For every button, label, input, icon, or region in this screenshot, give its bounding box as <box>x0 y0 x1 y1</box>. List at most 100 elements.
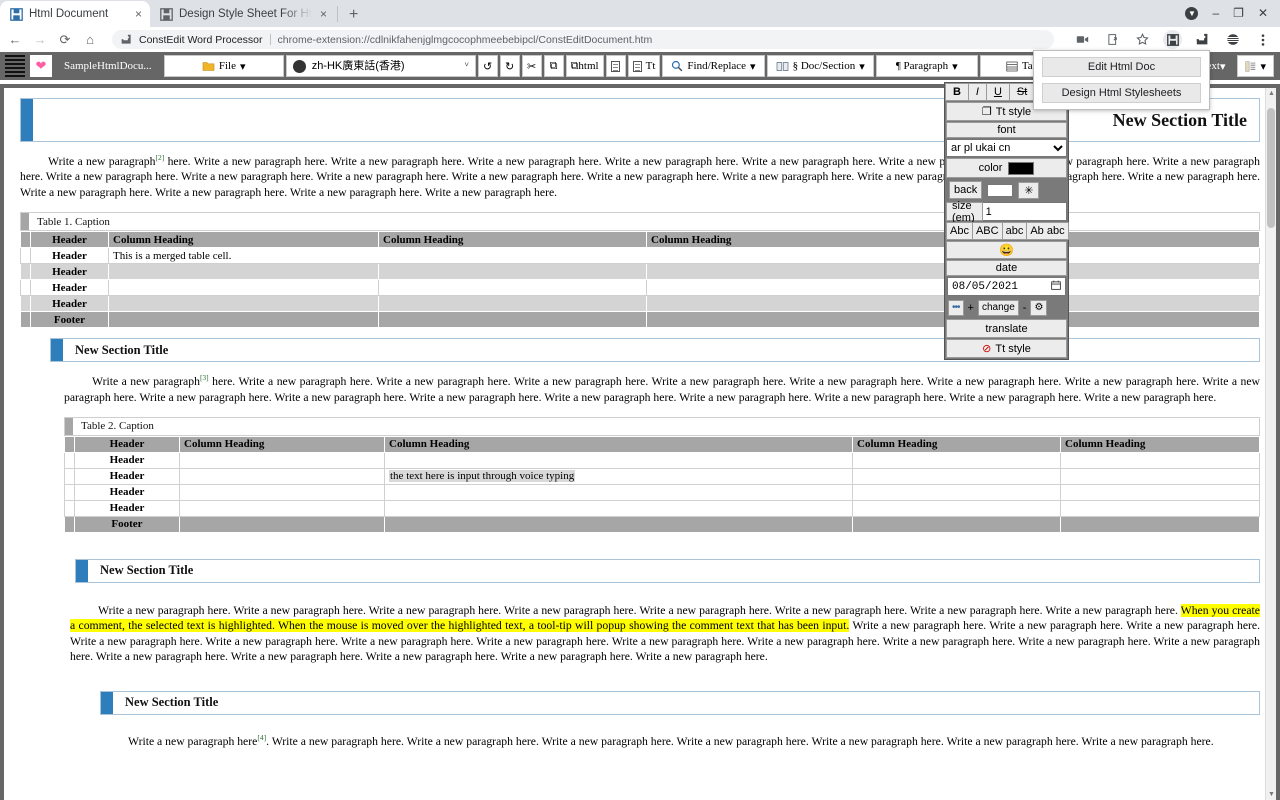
background-reset-icon[interactable]: ✳ <box>1018 181 1040 199</box>
t1-cell[interactable] <box>378 279 647 297</box>
table-row[interactable]: Header <box>20 263 1260 281</box>
table-row[interactable]: Header <box>20 295 1260 313</box>
t2-cell[interactable] <box>384 451 853 469</box>
share-icon[interactable] <box>1103 30 1122 49</box>
font-size-input[interactable] <box>982 202 1067 221</box>
puzzle-piece-icon[interactable] <box>1193 30 1212 49</box>
footnote-ref-4[interactable]: [4] <box>257 733 266 742</box>
undo-button[interactable]: ↺ <box>477 55 498 77</box>
strikethrough-button[interactable]: St <box>1008 83 1035 101</box>
page-text-button[interactable]: Tt <box>627 55 661 77</box>
language-select[interactable]: zh-HK廣東話(香港)en-US English (United States… <box>311 60 471 72</box>
t1-cell[interactable] <box>378 311 647 329</box>
t2-cell[interactable] <box>179 499 385 517</box>
window-minimize-button[interactable]: – <box>1212 6 1219 20</box>
constedit-extension-icon[interactable] <box>1163 30 1182 49</box>
calendar-icon[interactable] <box>1051 280 1061 294</box>
gear-icon[interactable]: ⚙ <box>1030 300 1048 316</box>
table-1-caption[interactable]: Table 1. Caption <box>20 212 1260 232</box>
new-tab-button[interactable]: + <box>340 7 367 23</box>
list-menu-button[interactable]: ▾ <box>1237 55 1274 77</box>
table-row[interactable]: Footer <box>20 311 1260 329</box>
footnote-ref-3[interactable]: [3] <box>200 373 209 382</box>
star-icon[interactable] <box>1133 30 1152 49</box>
heart-icon[interactable]: ❤ <box>30 55 52 77</box>
case-capitalize-button[interactable]: Ab abc <box>1026 222 1069 240</box>
menu-item-design-html-stylesheets[interactable]: Design Html Stylesheets <box>1042 83 1201 103</box>
t1-cell[interactable] <box>378 263 647 281</box>
tt-style-clear-button[interactable]: ⊘ Tt style <box>946 339 1067 358</box>
hamburger-lines-icon[interactable] <box>2 55 28 77</box>
text-color-swatch[interactable] <box>1008 161 1035 175</box>
browser-tab-1-close-icon[interactable]: × <box>318 8 329 20</box>
window-maximize-button[interactable]: ❐ <box>1233 6 1244 20</box>
t2-cell[interactable] <box>179 483 385 501</box>
t2-cell[interactable] <box>179 515 385 533</box>
emoji-button[interactable]: 😀 <box>946 241 1067 259</box>
bold-button[interactable]: B <box>945 83 968 101</box>
browser-tab-0[interactable]: Html Document × <box>0 1 150 27</box>
forward-button[interactable]: → <box>33 33 47 46</box>
case-sentence-button[interactable]: Abc <box>946 222 972 240</box>
scroll-down-arrow[interactable]: ▼ <box>1266 789 1276 800</box>
t2-cell[interactable] <box>1060 451 1260 469</box>
footnote-ref-2[interactable]: [2] <box>156 153 165 162</box>
table-row[interactable]: Header <box>64 451 1260 469</box>
table-1[interactable]: Header Column Heading Column Heading Col… <box>20 231 1260 329</box>
table-row[interactable]: Header Column Heading Column Heading Col… <box>64 435 1260 453</box>
html-button[interactable]: ⧉html <box>565 55 604 77</box>
t2-cell[interactable] <box>852 467 1061 485</box>
table-2-caption[interactable]: Table 2. Caption <box>64 416 1260 436</box>
browser-tab-0-close-icon[interactable]: × <box>133 8 144 20</box>
t1-cell[interactable] <box>108 279 379 297</box>
t1-cell[interactable] <box>108 295 379 313</box>
document-page[interactable]: New Section Title Write a new paragraph[… <box>4 88 1276 800</box>
translate-button[interactable]: translate <box>946 319 1067 338</box>
t2-cell[interactable] <box>179 451 385 469</box>
t2-cell[interactable] <box>384 483 853 501</box>
t1-merged-cell[interactable]: This is a merged table cell. <box>108 247 1260 265</box>
find-replace-menu-button[interactable]: Find/Replace ▾ <box>662 55 765 77</box>
table-row[interactable]: Header <box>64 499 1260 517</box>
section-title-4[interactable]: New Section Title <box>100 690 1260 715</box>
t2-cell[interactable] <box>1060 483 1260 501</box>
t2-cell[interactable] <box>1060 499 1260 517</box>
profile-avatar-icon[interactable]: ▼ <box>1185 6 1199 20</box>
omnibox[interactable]: ConstEdit Word Processor chrome-extensio… <box>112 30 1054 49</box>
table-row[interactable]: Header <box>20 279 1260 297</box>
table-2[interactable]: Header Column Heading Column Heading Col… <box>64 435 1260 533</box>
section-title-2[interactable]: New Section Title <box>50 338 1260 363</box>
paragraph-3[interactable]: Write a new paragraph here. Write a new … <box>70 603 1260 665</box>
underline-button[interactable]: U <box>985 83 1009 101</box>
document-name[interactable]: SampleHtmlDocu... <box>54 60 162 72</box>
t1-cell[interactable] <box>108 263 379 281</box>
menu-stripes-icon[interactable] <box>1223 30 1242 49</box>
t2-cell[interactable] <box>852 483 1061 501</box>
table-row[interactable]: Footer <box>64 515 1260 533</box>
cut-button[interactable]: ✂ <box>521 55 542 77</box>
add-comment-button[interactable]: + <box>967 302 975 314</box>
t2-voice-cell[interactable]: the text here is input through voice typ… <box>384 467 853 485</box>
t1-cell[interactable] <box>108 311 379 329</box>
redo-button[interactable]: ↻ <box>499 55 520 77</box>
doc-section-menu-button[interactable]: § Doc/Section ▾ <box>766 55 874 77</box>
text-color-row[interactable]: color <box>946 158 1067 178</box>
paragraph-2[interactable]: Write a new paragraph[3] here. Write a n… <box>64 373 1260 405</box>
section-title-3[interactable]: New Section Title <box>75 558 1260 583</box>
t2-cell[interactable] <box>179 467 385 485</box>
t2-cell[interactable] <box>384 515 853 533</box>
paragraph-1[interactable]: Write a new paragraph[2] here. Write a n… <box>20 153 1260 200</box>
browser-tab-1[interactable]: Design Style Sheet For Ht × <box>150 1 335 27</box>
date-input[interactable]: 08/05/2021 <box>947 277 1066 296</box>
table-row[interactable]: Header <box>64 483 1260 501</box>
comment-icon[interactable]: ••• <box>948 300 964 316</box>
menu-item-edit-html-doc[interactable]: Edit Html Doc <box>1042 57 1201 77</box>
t2-cell[interactable] <box>384 499 853 517</box>
window-close-button[interactable]: ✕ <box>1258 6 1268 20</box>
t2-cell[interactable] <box>1060 467 1260 485</box>
language-selector[interactable]: zh-HK廣東話(香港)en-US English (United States… <box>285 55 476 77</box>
camera-icon[interactable] <box>1073 30 1092 49</box>
back-button[interactable]: ← <box>8 33 22 46</box>
font-select[interactable]: ar pl ukai cnliberation serifdejavu sans <box>946 139 1067 157</box>
t2-cell[interactable] <box>1060 515 1260 533</box>
